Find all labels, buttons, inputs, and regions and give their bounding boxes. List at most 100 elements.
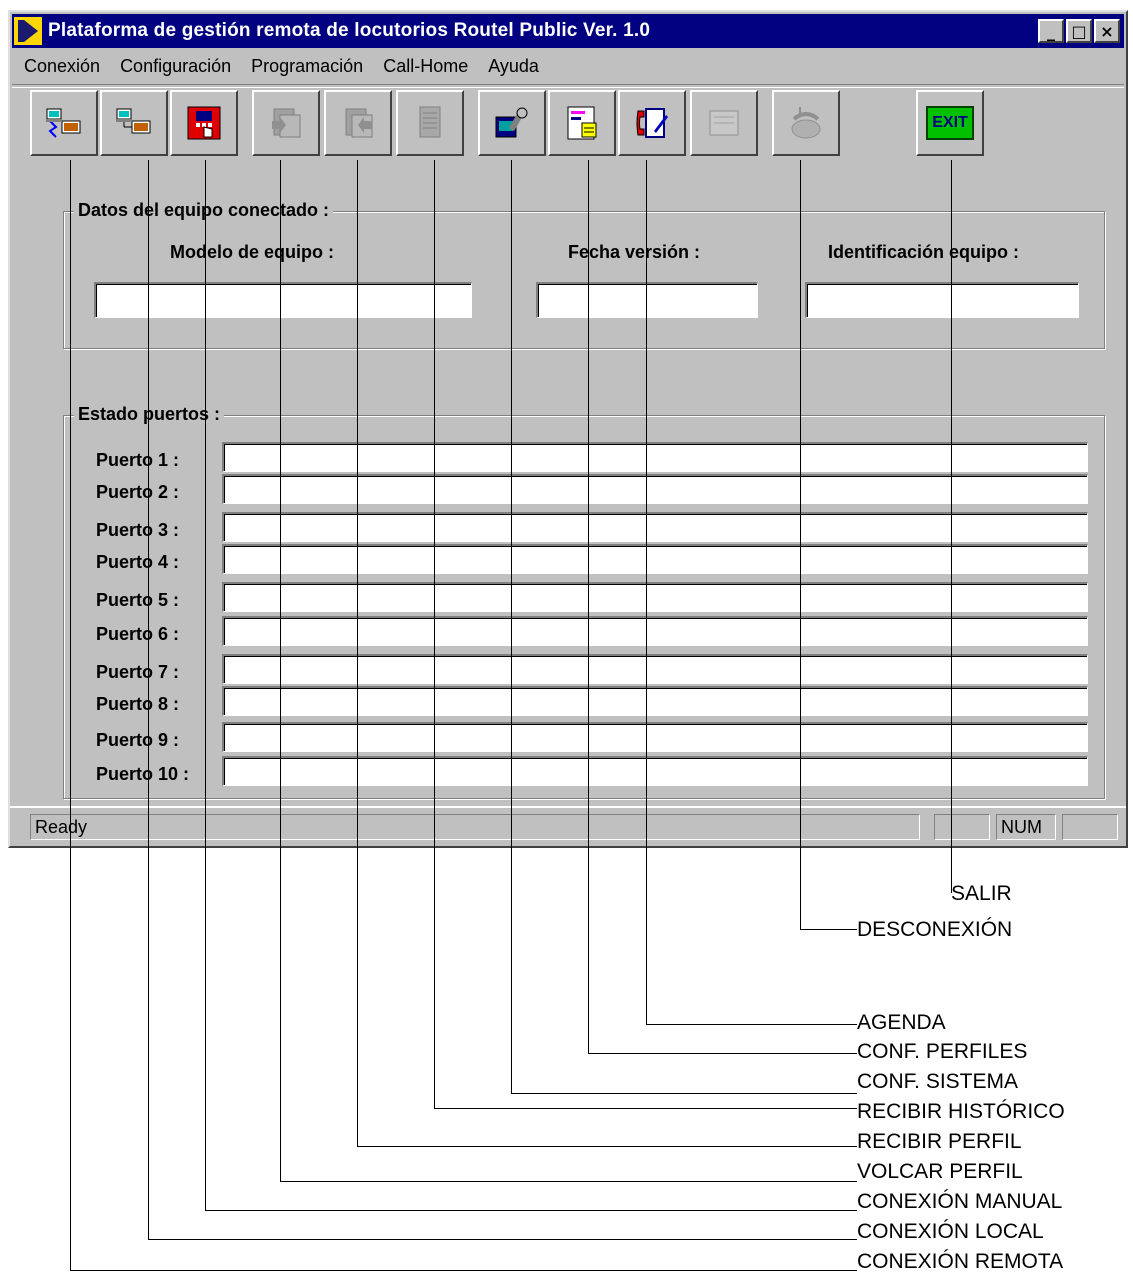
close-button[interactable]: × <box>1094 19 1120 43</box>
callout-connector <box>800 929 857 930</box>
callout-connector <box>205 1210 857 1211</box>
disconnect-icon <box>791 107 821 139</box>
port-status-field[interactable] <box>222 722 1088 752</box>
receive-profile-icon <box>345 108 373 138</box>
callout-line <box>280 160 281 1181</box>
port-label: Puerto 3 : <box>96 520 180 540</box>
menu-configuracion[interactable]: Configuración <box>110 56 241 77</box>
callout-line <box>148 160 149 1239</box>
port-status-field[interactable] <box>222 512 1088 542</box>
port-status-field[interactable] <box>222 544 1088 574</box>
callout-connector <box>70 1270 857 1271</box>
receive-profile-button[interactable] <box>324 90 392 156</box>
callout-label: CONF. SISTEMA <box>857 1070 1019 1093</box>
port-status-field[interactable] <box>222 474 1088 504</box>
port-status-field[interactable] <box>222 442 1088 472</box>
callout-label: RECIBIR HISTÓRICO <box>857 1100 1065 1123</box>
system-config-button[interactable] <box>478 90 546 156</box>
exit-label: EXIT <box>932 114 968 131</box>
maximize-icon: □ <box>1071 21 1087 41</box>
agenda-button[interactable] <box>618 90 686 156</box>
callout-label: CONF. PERFILES <box>857 1040 1028 1063</box>
callout-line <box>588 160 589 1053</box>
minimize-icon: _ <box>1047 21 1055 41</box>
callout-label: SALIR <box>951 882 1012 905</box>
callout-connector <box>148 1239 857 1240</box>
callout-line <box>951 160 952 893</box>
port-label: Puerto 7 : <box>96 662 180 682</box>
send-profile-icon <box>272 108 301 138</box>
profiles-config-button[interactable] <box>548 90 616 156</box>
port-label: Puerto 1 : <box>96 450 180 470</box>
callout-label: CONEXIÓN MANUAL <box>857 1190 1063 1213</box>
callout-label: RECIBIR PERFIL <box>857 1130 1022 1153</box>
port-label: Puerto 9 : <box>96 730 180 750</box>
callout-connector <box>434 1108 857 1109</box>
app-logo-icon <box>14 17 42 45</box>
profiles-config-icon <box>567 106 597 140</box>
menu-programacion[interactable]: Programación <box>241 56 373 77</box>
callout-label: CONEXIÓN LOCAL <box>857 1220 1044 1243</box>
equipo-group: Datos del equipo conectado : <box>63 200 1105 349</box>
modelo-label: Modelo de equipo : <box>170 242 334 262</box>
status-pane-scrl <box>1062 814 1118 840</box>
callout-label: VOLCAR PERFIL <box>857 1160 1023 1183</box>
app-window: Plataforma de gestión remota de locutori… <box>8 10 1128 848</box>
callout-connector <box>280 1181 857 1182</box>
port-label: Puerto 2 : <box>96 482 180 502</box>
ident-field[interactable] <box>805 282 1079 318</box>
menu-ayuda[interactable]: Ayuda <box>478 56 549 77</box>
callout-connector <box>511 1093 857 1094</box>
port-status-field[interactable] <box>222 654 1088 684</box>
port-label: Puerto 5 : <box>96 590 180 610</box>
fecha-field[interactable] <box>536 282 758 318</box>
receive-history-icon <box>419 106 441 138</box>
port-status-field[interactable] <box>222 616 1088 646</box>
exit-icon: EXIT <box>926 106 974 140</box>
status-text: Ready <box>30 814 920 840</box>
blank-form-icon <box>709 110 739 136</box>
send-profile-button[interactable] <box>252 90 320 156</box>
callout-label: AGENDA <box>857 1011 946 1034</box>
menu-bar: Conexión Configuración Programación Call… <box>14 52 549 80</box>
menu-call-home[interactable]: Call-Home <box>373 56 478 77</box>
callout-line <box>800 160 801 929</box>
callout-line <box>646 160 647 1024</box>
receive-history-button[interactable] <box>396 90 464 156</box>
remote-connection-icon <box>46 108 81 138</box>
callout-line <box>70 160 71 1270</box>
callout-label: DESCONEXIÓN <box>857 918 1013 941</box>
toolbar-separator <box>12 84 1124 88</box>
callout-connector <box>646 1024 857 1025</box>
title-bar: Plataforma de gestión remota de locutori… <box>12 14 1124 48</box>
manual-connection-button[interactable] <box>170 90 238 156</box>
puertos-group-title: Estado puertos : <box>74 404 225 425</box>
port-label: Puerto 10 : <box>96 764 190 784</box>
callout-line <box>511 160 512 1093</box>
status-num: NUM <box>996 814 1056 840</box>
status-pane-caps <box>934 814 990 840</box>
status-bar: Ready NUM <box>10 806 1126 846</box>
ident-label: Identificación equipo : <box>828 242 1020 262</box>
port-status-field[interactable] <box>222 582 1088 612</box>
port-status-field[interactable] <box>222 686 1088 716</box>
maximize-button[interactable]: □ <box>1066 19 1092 43</box>
disconnect-button[interactable] <box>772 90 840 156</box>
local-connection-icon <box>116 108 151 134</box>
blank-form-button[interactable] <box>690 90 758 156</box>
callout-label: CONEXIÓN REMOTA <box>857 1250 1064 1273</box>
port-status-field[interactable] <box>222 756 1088 786</box>
callout-line <box>434 160 435 1108</box>
callout-connector <box>357 1146 857 1147</box>
exit-button[interactable]: EXIT <box>916 90 984 156</box>
minimize-button[interactable]: _ <box>1038 19 1064 43</box>
callout-line <box>357 160 358 1146</box>
window-title: Plataforma de gestión remota de locutori… <box>48 20 651 41</box>
local-connection-button[interactable] <box>100 90 168 156</box>
remote-connection-button[interactable] <box>30 90 98 156</box>
manual-connection-icon <box>187 106 221 140</box>
window-controls: _ □ × <box>1036 19 1120 43</box>
menu-conexion[interactable]: Conexión <box>14 56 110 77</box>
modelo-field[interactable] <box>94 282 472 318</box>
close-icon: × <box>1100 21 1114 41</box>
